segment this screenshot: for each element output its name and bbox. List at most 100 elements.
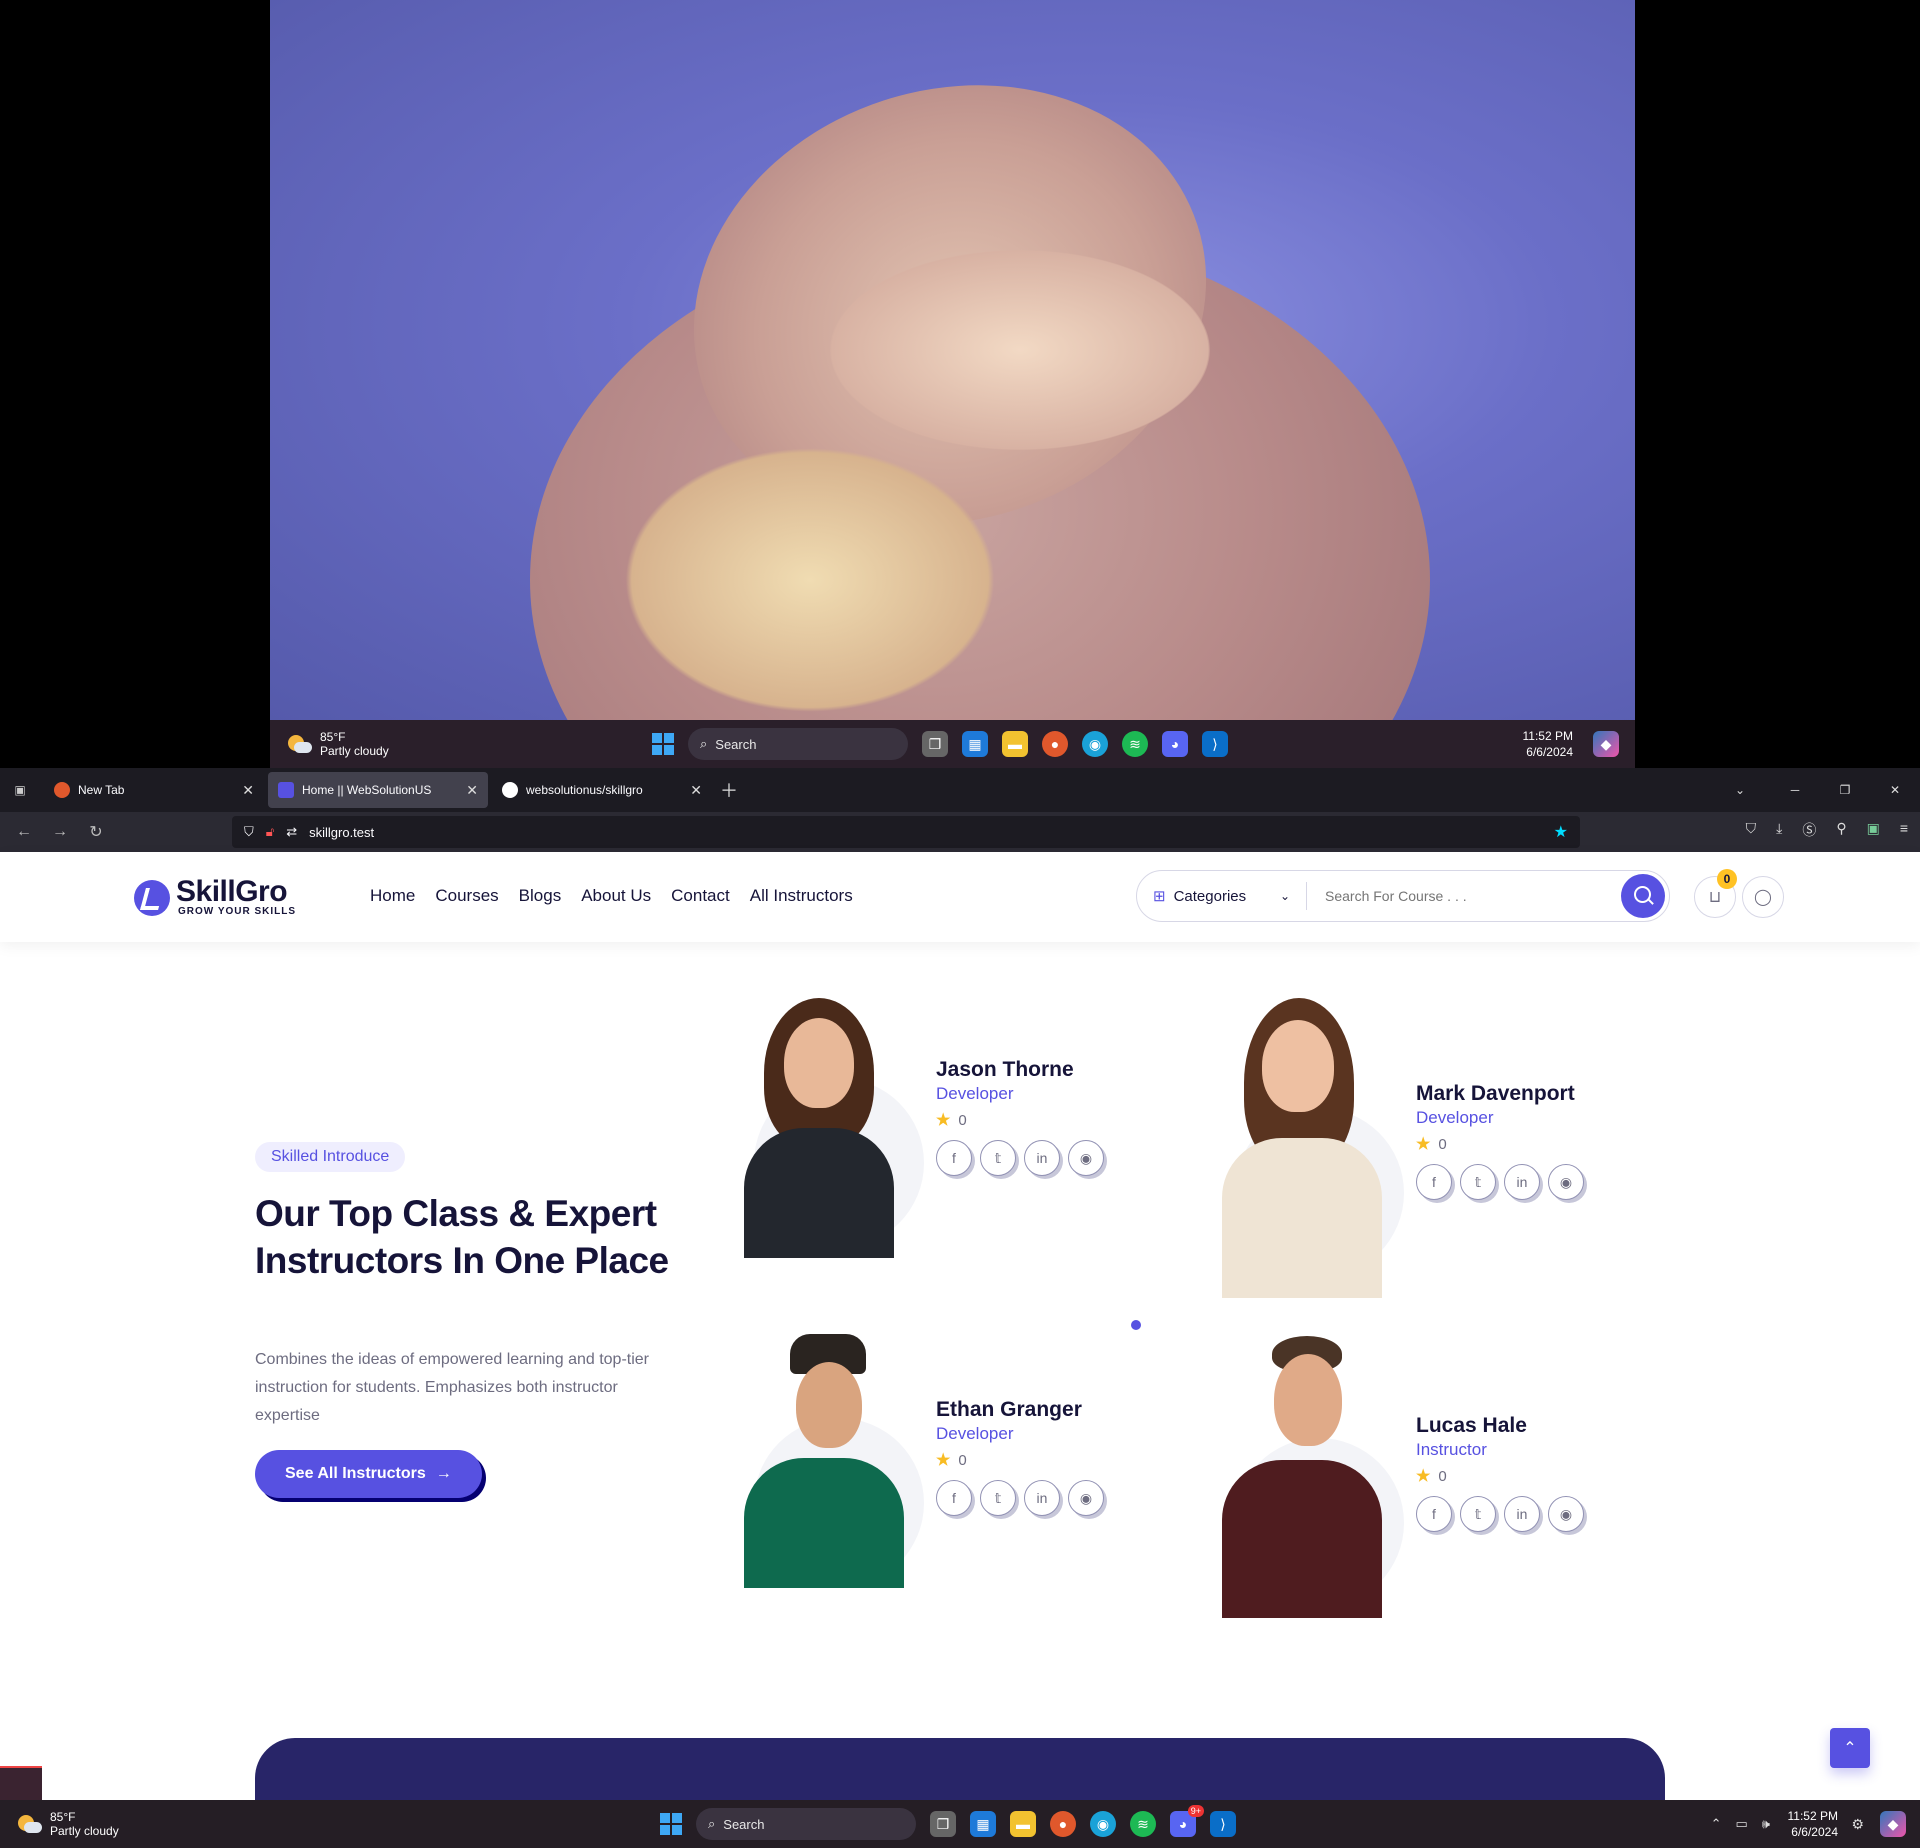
minimize-icon[interactable]: ─ (1770, 783, 1820, 797)
permissions-icon[interactable]: ⇄ (286, 824, 297, 840)
copilot-icon[interactable]: ◆ (1593, 731, 1619, 757)
tab-label: websolutionus/skillgro (526, 783, 643, 797)
new-tab-icon[interactable]: ＋ (720, 777, 738, 803)
discord-icon[interactable]: ◕ 9+ (1170, 1805, 1204, 1837)
scroll-to-top-button[interactable]: ⌃ (1830, 1728, 1870, 1768)
volume-icon[interactable]: 🕪︎ (1762, 1816, 1770, 1832)
edge-icon[interactable]: ◉ (1090, 1811, 1116, 1837)
task-view-icon[interactable]: ❐ (930, 1811, 956, 1837)
linkedin-icon[interactable]: in (1024, 1140, 1060, 1176)
instructor-name[interactable]: Ethan Granger (936, 1398, 1082, 1422)
task-view-icon[interactable]: ❐ (922, 731, 948, 757)
spotify-icon[interactable]: ≋ (1122, 731, 1148, 757)
twitter-icon[interactable]: 𝕥 (980, 1140, 1016, 1176)
start-icon[interactable] (660, 1813, 682, 1835)
url-text[interactable]: skillgro.test (309, 825, 374, 840)
user-account-button[interactable]: ◯ (1742, 876, 1784, 918)
menu-icon[interactable]: ≡ (1900, 820, 1908, 840)
downloads-icon[interactable]: ⤓ (1776, 820, 1782, 840)
github-icon[interactable]: ◉ (1068, 1480, 1104, 1516)
taskbar-search[interactable]: ⌕ Search (688, 728, 908, 760)
notifications-icon[interactable]: ⚙ (1851, 1816, 1864, 1833)
system-clock[interactable]: 11:52 PM 6/6/2024 (1788, 1808, 1838, 1840)
list-all-tabs-icon[interactable]: ⌄ (1710, 783, 1770, 797)
linkedin-icon[interactable]: in (1504, 1496, 1540, 1532)
vscode-icon[interactable]: ⟩ (1210, 1811, 1236, 1837)
back-icon[interactable]: ← (6, 823, 42, 841)
tab-home[interactable]: Home || WebSolutionUS ✕ (268, 772, 488, 808)
discord-icon[interactable]: ◕ (1162, 731, 1188, 757)
menu-blogs[interactable]: Blogs (519, 886, 562, 906)
menu-courses[interactable]: Courses (435, 886, 498, 906)
tab-new-tab[interactable]: New Tab ✕ (44, 772, 264, 808)
facebook-icon[interactable]: f (1416, 1496, 1452, 1532)
menu-about[interactable]: About Us (581, 886, 651, 906)
facebook-icon[interactable]: f (1416, 1164, 1452, 1200)
linkedin-icon[interactable]: in (1024, 1480, 1060, 1516)
tab-list-icon[interactable]: ▣ (0, 783, 40, 797)
instructor-photo (1214, 1328, 1404, 1618)
start-icon[interactable] (652, 733, 674, 755)
reload-icon[interactable]: ↻ (78, 822, 114, 842)
store-icon[interactable]: ▦ (970, 1811, 996, 1837)
taskbar-search[interactable]: ⌕ Search (696, 1808, 916, 1840)
taskbar-secondary: 85°F Partly cloudy ⌕ Search ❐ ▦ ▬ ● ◉ ≋ ◕ … (270, 720, 1635, 768)
file-explorer-icon[interactable]: ▬ (1010, 1811, 1036, 1837)
browser-toolbar-icons: ⛉ ⤓ Ⓢ ⚲ ▣ ≡ (1746, 820, 1908, 840)
instructor-name[interactable]: Mark Davenport (1416, 1082, 1575, 1106)
chevron-down-icon: ⌄ (1279, 889, 1290, 903)
twitter-icon[interactable]: 𝕥 (1460, 1496, 1496, 1532)
account-icon[interactable]: Ⓢ (1802, 820, 1816, 840)
store-icon[interactable]: ▦ (962, 731, 988, 757)
github-icon[interactable]: ◉ (1548, 1496, 1584, 1532)
twitter-icon[interactable]: 𝕥 (980, 1480, 1016, 1516)
clock-time: 11:52 PM (1522, 729, 1573, 743)
copilot-icon[interactable]: ◆ (1880, 1811, 1906, 1837)
edge-icon[interactable]: ◉ (1082, 731, 1108, 757)
menu-all-instructors[interactable]: All Instructors (750, 886, 853, 906)
network-icon[interactable]: ▭ (1736, 1816, 1748, 1832)
github-icon[interactable]: ◉ (1068, 1140, 1104, 1176)
spotify-icon[interactable]: ≋ (1130, 1811, 1156, 1837)
restore-icon[interactable]: ❐ (1820, 783, 1870, 797)
vscode-icon[interactable]: ⟩ (1202, 731, 1228, 757)
site-logo[interactable]: SkillGro GROW YOUR SKILLS (134, 877, 296, 917)
search-button[interactable] (1621, 874, 1665, 918)
menu-contact[interactable]: Contact (671, 886, 730, 906)
categories-dropdown[interactable]: ⊞ Categories ⌄ (1137, 882, 1307, 910)
bookmark-star-icon[interactable]: ★ (1554, 822, 1568, 842)
close-tab-icon[interactable]: ✕ (466, 782, 478, 799)
firefox-icon[interactable]: ● (1050, 1811, 1076, 1837)
menu-home[interactable]: Home (370, 886, 415, 906)
course-search-input[interactable] (1307, 888, 1621, 904)
facebook-icon[interactable]: f (936, 1480, 972, 1516)
pocket-icon[interactable]: ⛉ (1746, 820, 1757, 840)
shield-icon[interactable]: ⛉ (244, 824, 254, 840)
tray-chevron-icon[interactable]: ⌃ (1711, 1816, 1722, 1832)
instructor-role: Developer (936, 1084, 1014, 1103)
instructor-name[interactable]: Lucas Hale (1416, 1414, 1527, 1438)
see-all-instructors-button[interactable]: See All Instructors → (255, 1450, 482, 1498)
insecure-lock-icon[interactable]: 🔓︎ (266, 824, 274, 840)
extensions-icon[interactable]: ⚲ (1836, 820, 1846, 840)
linkedin-icon[interactable]: in (1504, 1164, 1540, 1200)
close-tab-icon[interactable]: ✕ (690, 782, 702, 799)
close-window-icon[interactable]: ✕ (1870, 783, 1920, 797)
twitter-icon[interactable]: 𝕥 (1460, 1164, 1496, 1200)
devtools-tab[interactable] (0, 1766, 42, 1800)
weather-widget[interactable]: 85°F Partly cloudy (16, 1810, 119, 1838)
close-tab-icon[interactable]: ✕ (242, 782, 254, 799)
weather-widget[interactable]: 85°F Partly cloudy (286, 730, 389, 758)
github-icon[interactable]: ◉ (1548, 1164, 1584, 1200)
forward-icon[interactable]: → (42, 823, 78, 841)
facebook-icon[interactable]: f (936, 1140, 972, 1176)
system-clock[interactable]: 11:52 PM 6/6/2024 (1523, 728, 1573, 760)
firefox-icon[interactable]: ● (1042, 731, 1068, 757)
url-bar[interactable]: ⛉ 🔓︎ ⇄ skillgro.test ★ (232, 816, 1580, 848)
instructor-name[interactable]: Jason Thorne (936, 1058, 1074, 1082)
cart-button[interactable]: ⊔ 0 (1694, 869, 1737, 918)
file-explorer-icon[interactable]: ▬ (1002, 731, 1028, 757)
extension-icon[interactable]: ▣ (1867, 820, 1880, 840)
tab-github[interactable]: websolutionus/skillgro ✕ (492, 772, 712, 808)
carousel-dot[interactable] (1131, 1320, 1141, 1330)
